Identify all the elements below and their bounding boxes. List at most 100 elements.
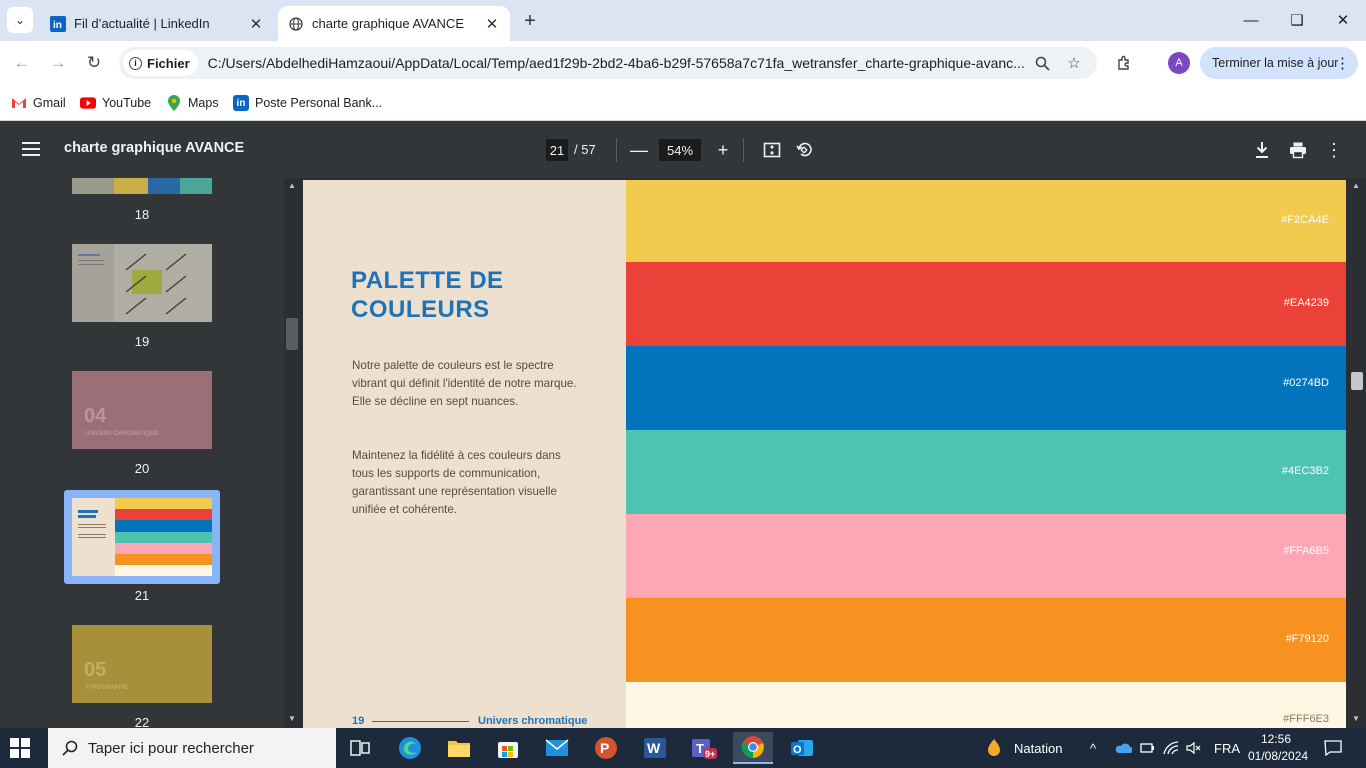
url-text[interactable]: C:/Users/AbdelhediHamzaoui/AppData/Local… bbox=[208, 55, 1028, 71]
thumbnail-number: 18 bbox=[134, 207, 150, 222]
linkedin-icon: in bbox=[233, 95, 249, 111]
taskbar-search-placeholder: Taper ici pour rechercher bbox=[88, 739, 254, 757]
page-scrollbar[interactable]: ▲ ▼ bbox=[1346, 178, 1366, 728]
thumbnail-number: 19 bbox=[134, 334, 150, 349]
bookmark-maps[interactable]: Maps bbox=[166, 91, 219, 115]
page-scroll-thumb[interactable] bbox=[1351, 372, 1363, 390]
thumbnail-section-caption: TYPOGRAPHIE bbox=[85, 685, 129, 691]
tab-charte[interactable]: charte graphique AVANCE ✕ bbox=[278, 6, 510, 41]
microsoft-store-icon[interactable] bbox=[488, 732, 528, 764]
taskbar: Taper ici pour rechercher P W T 9+ O Nata… bbox=[0, 728, 1366, 768]
wifi-icon[interactable] bbox=[1163, 728, 1179, 768]
rotate-icon[interactable] bbox=[791, 137, 817, 163]
footer-page-number: 19 bbox=[352, 715, 365, 727]
word-icon[interactable]: W bbox=[635, 732, 675, 764]
minimize-button[interactable]: — bbox=[1228, 0, 1274, 40]
scroll-down-icon[interactable]: ▼ bbox=[288, 714, 296, 723]
youtube-icon bbox=[80, 95, 96, 111]
task-view-icon[interactable] bbox=[340, 732, 380, 764]
battery-icon[interactable] bbox=[1140, 728, 1154, 768]
star-icon[interactable]: ☆ bbox=[1061, 50, 1087, 76]
mail-icon[interactable] bbox=[537, 732, 577, 764]
outlook-icon[interactable]: O bbox=[782, 732, 822, 764]
more-options-icon[interactable]: ⋮ bbox=[1321, 137, 1347, 163]
color-band-7: #FFF6E3 bbox=[626, 682, 1346, 728]
bookmark-youtube[interactable]: YouTube bbox=[80, 91, 151, 115]
more-vert-icon: ⋮ bbox=[1335, 55, 1350, 72]
thumbnail-section-number: 05 bbox=[84, 659, 107, 681]
tab-linkedin[interactable]: in Fil d’actualité | LinkedIn ✕ bbox=[40, 6, 274, 41]
thumbnail-page-22[interactable]: 05 TYPOGRAPHIE bbox=[72, 625, 212, 703]
back-button[interactable]: ← bbox=[9, 50, 35, 76]
onedrive-icon[interactable] bbox=[1114, 728, 1132, 768]
footer-section-label: Univers chromatique bbox=[478, 715, 588, 727]
svg-text:T: T bbox=[696, 741, 704, 756]
divider bbox=[616, 138, 617, 162]
close-window-button[interactable]: ✕ bbox=[1320, 0, 1366, 40]
address-bar[interactable]: i Fichier C:/Users/AbdelhediHamzaoui/App… bbox=[119, 47, 1097, 79]
menu-icon[interactable] bbox=[22, 140, 40, 158]
update-button[interactable]: Terminer la mise à jour ⋮ bbox=[1200, 47, 1358, 79]
weather-widget[interactable]: Natation bbox=[984, 728, 1062, 768]
thumbnail-page-21[interactable] bbox=[72, 498, 212, 576]
sidebar-scrollbar[interactable]: ▲ ▼ bbox=[284, 178, 302, 728]
sidebar-scroll-thumb[interactable] bbox=[286, 318, 298, 350]
close-icon[interactable]: ✕ bbox=[482, 14, 502, 34]
notifications-icon[interactable] bbox=[1324, 728, 1342, 768]
thumbnail-page-20[interactable]: 04 UNIVERS CHROMATIQUE bbox=[72, 371, 212, 449]
volume-muted-icon[interactable] bbox=[1186, 728, 1202, 768]
scroll-up-icon[interactable]: ▲ bbox=[1352, 181, 1360, 190]
bookmark-label: Maps bbox=[188, 96, 219, 110]
document-title: charte graphique AVANCE bbox=[64, 140, 245, 156]
extensions-icon[interactable] bbox=[1111, 50, 1137, 76]
scroll-down-icon[interactable]: ▼ bbox=[1352, 714, 1360, 723]
language-indicator[interactable]: FRA bbox=[1214, 728, 1240, 768]
forward-button[interactable]: → bbox=[45, 50, 71, 76]
file-explorer-icon[interactable] bbox=[439, 732, 479, 764]
close-icon[interactable]: ✕ bbox=[246, 14, 266, 34]
restore-button[interactable]: ❏ bbox=[1274, 0, 1320, 40]
windows-start-icon[interactable] bbox=[10, 738, 30, 758]
taskbar-search[interactable]: Taper ici pour rechercher bbox=[48, 728, 336, 768]
page-title-line2: COULEURS bbox=[351, 296, 490, 323]
bookmark-poste[interactable]: in Poste Personal Bank... bbox=[233, 91, 382, 115]
color-hex-label: #FFF6E3 bbox=[1283, 713, 1329, 725]
download-icon[interactable] bbox=[1249, 137, 1275, 163]
chevron-down-icon: ⌄ bbox=[14, 13, 26, 27]
thumbnail-section-caption: UNIVERS CHROMATIQUE bbox=[85, 431, 159, 437]
color-hex-label: #EA4239 bbox=[1283, 297, 1329, 309]
page-number-input[interactable]: 21 bbox=[546, 139, 568, 161]
new-tab-button[interactable]: + bbox=[518, 9, 542, 33]
thumbnail-number: 22 bbox=[134, 715, 150, 728]
bookmark-gmail[interactable]: Gmail bbox=[11, 91, 66, 115]
fit-page-icon[interactable] bbox=[759, 137, 785, 163]
scroll-up-icon[interactable]: ▲ bbox=[288, 181, 296, 190]
tab-title: Fil d’actualité | LinkedIn bbox=[74, 16, 210, 31]
zoom-in-button[interactable]: + bbox=[710, 137, 736, 163]
site-info-chip[interactable]: i Fichier bbox=[123, 50, 198, 76]
zoom-input[interactable]: 54% bbox=[659, 139, 701, 161]
thumbnail-page-19[interactable] bbox=[72, 244, 212, 322]
color-band-6: #F79120 bbox=[626, 598, 1346, 682]
info-icon: i bbox=[129, 56, 142, 70]
chrome-icon[interactable] bbox=[733, 732, 773, 764]
clock-time: 12:56 bbox=[1260, 732, 1292, 746]
color-hex-label: #0274BD bbox=[1283, 377, 1329, 389]
zoom-icon[interactable] bbox=[1029, 50, 1055, 76]
profile-avatar[interactable]: A bbox=[1168, 52, 1190, 74]
svg-text:P: P bbox=[600, 740, 609, 756]
thumbnail-sidebar: 18 19 04 UNIVERS CHROMATIQUE 20 21 05 TY… bbox=[0, 178, 284, 728]
clock[interactable]: 12:56 01/08/2024 bbox=[1248, 731, 1308, 765]
tray-chevron-icon[interactable]: ^ bbox=[1090, 728, 1096, 768]
teams-icon[interactable]: T 9+ bbox=[684, 732, 724, 764]
zoom-out-button[interactable]: — bbox=[626, 137, 652, 163]
thumbnail-number: 21 bbox=[134, 588, 150, 603]
print-icon[interactable] bbox=[1285, 137, 1311, 163]
bookmark-label: YouTube bbox=[102, 96, 152, 110]
edge-icon[interactable] bbox=[390, 732, 430, 764]
powerpoint-icon[interactable]: P bbox=[586, 732, 626, 764]
reload-button[interactable]: ↻ bbox=[81, 50, 107, 76]
thumbnail-page-18[interactable] bbox=[72, 178, 212, 194]
tab-search-button[interactable]: ⌄ bbox=[7, 7, 33, 33]
update-button-label: Terminer la mise à jour bbox=[1212, 56, 1339, 70]
